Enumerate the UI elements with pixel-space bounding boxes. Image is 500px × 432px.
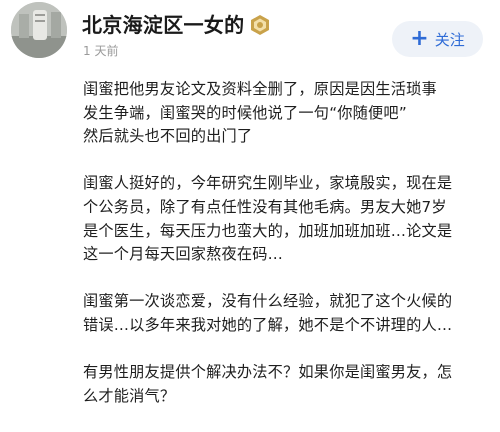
post-body: 闺蜜把他男友论文及资料全删了，原因是因生活琐事 发生争端，闺蜜哭的时候他说了一句…: [83, 78, 498, 432]
post-line: 是个医生，每天压力也蛮大的，加班加班加班…论文是: [83, 221, 453, 240]
post-paragraph: 闺蜜第一次谈恋爱，没有什么经验，就犯了这个火候的 错误…以多年来我对她的了解，她…: [83, 290, 498, 337]
post-paragraph: 闺蜜人挺好的，今年研究生刚毕业，家境殷实，现在是 个公务员，除了有点任性没有其他…: [83, 172, 498, 266]
post-line: 然后就头也不回的出门了: [83, 127, 253, 146]
post-line: 错误…以多年来我对她的了解，她不是个不讲理的人…: [83, 315, 453, 334]
username[interactable]: 北京海淀区一女的: [82, 12, 244, 38]
post-line: 有男性朋友提供个解决办法不？如果你是闺蜜男友，怎: [83, 363, 453, 382]
post-paragraph: 闺蜜把他男友论文及资料全删了，原因是因生活琐事 发生争端，闺蜜哭的时候他说了一句…: [83, 78, 498, 149]
follow-label: 关注: [434, 30, 465, 49]
post-line: 么才能消气？: [83, 386, 176, 405]
post-line: 发生争端，闺蜜哭的时候他说了一句“你随便吧”: [83, 103, 407, 122]
verified-badge-icon: [251, 15, 269, 35]
avatar-image: [11, 2, 67, 58]
post-line: 闺蜜人挺好的，今年研究生刚毕业，家境殷实，现在是: [83, 174, 453, 193]
post-line: 这一个月每天回家熬夜在码…: [83, 245, 284, 264]
post-header: 北京海淀区一女的 1 天前 + 关注: [0, 0, 500, 70]
follow-button[interactable]: + 关注: [392, 21, 483, 57]
avatar[interactable]: [11, 2, 67, 58]
post-timestamp: 1 天前: [83, 44, 119, 58]
plus-icon: +: [410, 26, 429, 51]
post-line: 闺蜜第一次谈恋爱，没有什么经验，就犯了这个火候的: [83, 292, 453, 311]
post-line: 个公务员，除了有点任性没有其他毛病。男友大她7岁: [83, 197, 447, 216]
post-line: 闺蜜把他男友论文及资料全删了，原因是因生活琐事: [83, 80, 437, 98]
post-paragraph: 有男性朋友提供个解决办法不？如果你是闺蜜男友，怎 么才能消气？: [83, 361, 498, 408]
